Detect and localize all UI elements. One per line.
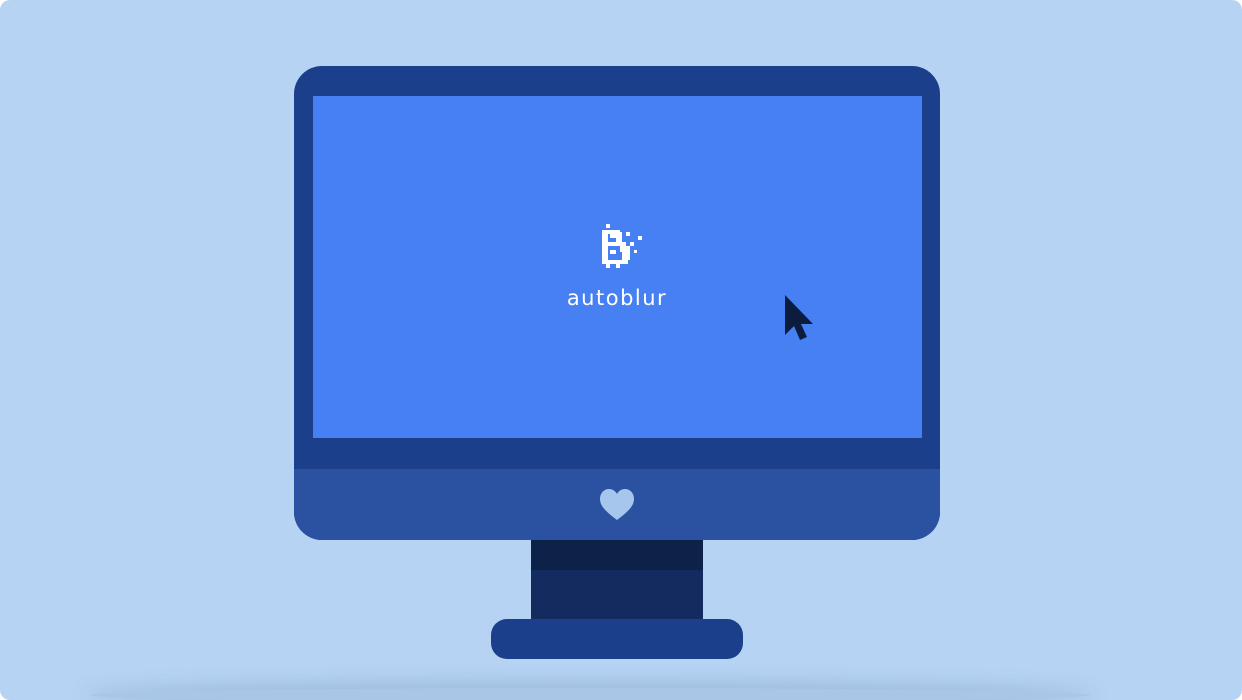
app-name: autoblur <box>566 286 668 310</box>
monitor-screen: autoblur <box>313 96 922 438</box>
stand-neck <box>531 570 703 622</box>
heart-icon <box>600 489 634 520</box>
mouse-pointer-icon <box>785 295 813 340</box>
illustration-canvas: autoblur <box>0 0 1242 700</box>
monitor-chin <box>294 469 940 540</box>
stand-base <box>491 619 743 659</box>
monitor: autoblur <box>294 66 940 540</box>
pixelated-b-logo-icon <box>602 224 642 268</box>
stand-neck-shadow <box>531 540 703 570</box>
floor-shadow <box>90 688 1090 700</box>
